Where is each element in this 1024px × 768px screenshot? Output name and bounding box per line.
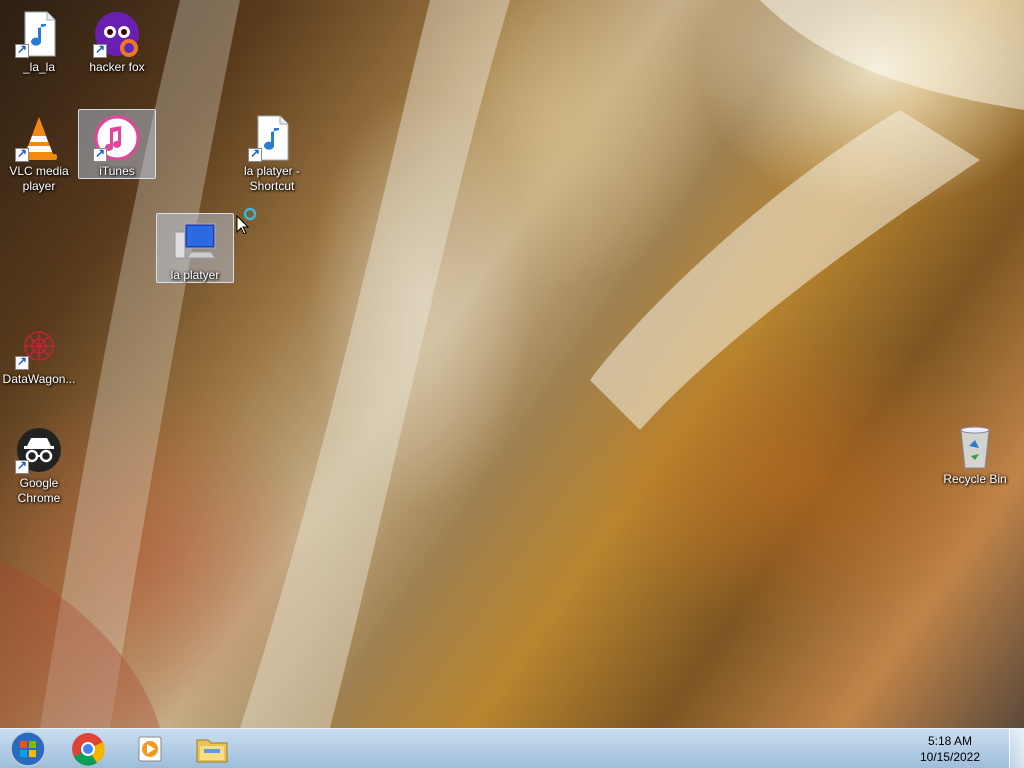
- taskbar-chrome-button[interactable]: [60, 731, 116, 767]
- file-explorer-icon: [196, 739, 228, 763]
- desktop-icon-la-la[interactable]: _la_la: [1, 6, 77, 75]
- computer-icon: [171, 218, 219, 266]
- desktop-wallpaper[interactable]: _la_la hacker fox VLC media player iTune…: [0, 0, 1024, 728]
- show-desktop-button[interactable]: [1009, 729, 1024, 768]
- incognito-icon: [15, 426, 63, 474]
- desktop-icon-hacker-fox[interactable]: hacker fox: [79, 6, 155, 75]
- audio-file-icon: [15, 10, 63, 58]
- chrome-icon: [72, 733, 105, 766]
- recycle-bin-icon: [951, 422, 999, 470]
- shortcut-arrow-icon: [248, 146, 262, 162]
- desktop-icon-vlc[interactable]: VLC media player: [1, 110, 77, 194]
- clock-date: 10/15/2022: [919, 750, 981, 764]
- desktop-icon-label: _la_la: [22, 60, 56, 74]
- audio-file-icon: [248, 114, 296, 162]
- desktop-icon-label: hacker fox: [89, 60, 145, 74]
- itunes-icon: [93, 114, 141, 162]
- shortcut-arrow-icon: [93, 146, 107, 162]
- shortcut-arrow-icon: [15, 42, 29, 58]
- media-player-icon: [138, 736, 162, 762]
- desktop-icon-itunes[interactable]: iTunes: [78, 109, 156, 179]
- busy-cursor-icon: [236, 207, 257, 234]
- desktop-icon-label: DataWagon...: [2, 372, 76, 386]
- shortcut-arrow-icon: [93, 42, 107, 58]
- taskbar: 5:18 AM 10/15/2022: [0, 728, 1024, 768]
- shortcut-arrow-icon: [15, 354, 29, 370]
- desktop-icon-recycle-bin[interactable]: Recycle Bin: [937, 418, 1013, 487]
- taskbar-explorer-button[interactable]: [184, 731, 240, 767]
- vlc-icon: [15, 114, 63, 162]
- shortcut-arrow-icon: [15, 458, 29, 474]
- taskbar-media-player-button[interactable]: [122, 731, 178, 767]
- start-button[interactable]: [0, 731, 56, 767]
- desktop-icon-label: la platyer: [170, 268, 220, 282]
- firefox-icon: [93, 10, 141, 58]
- desktop-icon-label: Recycle Bin: [943, 472, 1007, 486]
- desktop-icon-google-chrome[interactable]: Google Chrome: [1, 422, 77, 506]
- desktop-icon-la-platyer-shortcut[interactable]: la platyer - Shortcut: [234, 110, 310, 194]
- shortcut-arrow-icon: [15, 146, 29, 162]
- desktop-icon-label: iTunes: [99, 164, 135, 178]
- start-orb-icon: [10, 731, 46, 767]
- desktop-icon-la-platyer[interactable]: la platyer: [156, 213, 234, 283]
- desktop-icon-datawagon[interactable]: DataWagon...: [1, 318, 77, 387]
- system-clock[interactable]: 5:18 AM 10/15/2022: [910, 733, 990, 765]
- desktop-icon-label: Google Chrome: [17, 476, 61, 505]
- datawagon-icon: [15, 322, 63, 370]
- desktop-icon-label: VLC media player: [9, 164, 69, 193]
- clock-time: 5:18 AM: [927, 734, 973, 748]
- desktop-icon-label: la platyer - Shortcut: [243, 164, 301, 193]
